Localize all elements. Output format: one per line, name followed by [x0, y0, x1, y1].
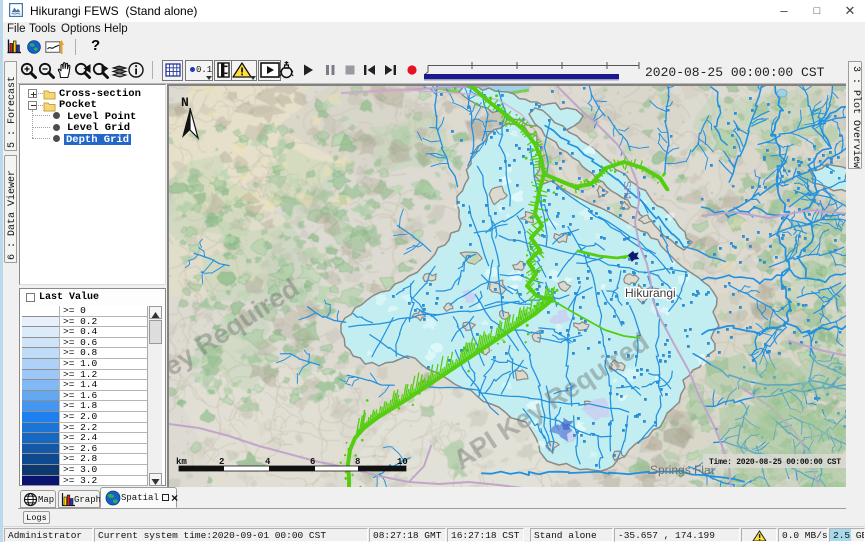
svg-text:N: N	[181, 95, 189, 110]
svg-text:8: 8	[355, 457, 360, 467]
svg-text:Hikurangi: Hikurangi	[625, 286, 676, 300]
svg-text:km: km	[176, 457, 187, 467]
svg-text:10: 10	[397, 457, 408, 467]
svg-text:6: 6	[310, 457, 315, 467]
svg-text:SH1: SH1	[621, 181, 632, 201]
svg-text:4: 4	[265, 457, 271, 467]
svg-text:Time: 2020-08-25 00:00:00 CST: Time: 2020-08-25 00:00:00 CST	[709, 458, 841, 467]
svg-text:2: 2	[219, 457, 224, 467]
